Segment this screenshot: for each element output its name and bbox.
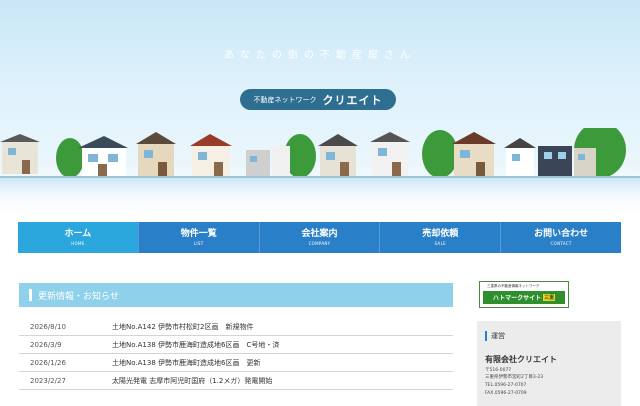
nav-home-sub: HOME <box>71 240 85 246</box>
main-nav: ホーム HOME 物件一覧 LIST 会社案内 COMPANY 売却依頼 SAL… <box>18 222 621 253</box>
nav-company-label: 会社案内 <box>301 228 338 239</box>
nav-list-sub: LIST <box>193 240 204 246</box>
news-item[interactable]: 2026/3/9 土地No.A138 伊勢市鹿海町造成地6区画 C号地・済 <box>19 336 453 354</box>
news-title: 更新情報・お知らせ <box>38 291 119 302</box>
operator-info: 運営 有限会社クリエイト 〒516-0077 三重県伊勢市宮町2丁目3-23 T… <box>477 321 621 406</box>
nav-contact[interactable]: お問い合わせ CONTACT <box>501 222 621 253</box>
address: 三重県伊勢市宮町2丁目3-23 <box>485 375 544 380</box>
nav-sale-label: 売却依頼 <box>422 228 459 239</box>
news-text[interactable]: 土地No.A142 伊勢市村松町2区画 新規物件 <box>112 322 453 332</box>
banner-title: ハトマークサイト <box>492 295 542 302</box>
nav-list[interactable]: 物件一覧 LIST <box>138 222 260 253</box>
postal-code: 〒516-0077 <box>485 368 512 373</box>
nav-home-label: ホーム <box>64 228 92 239</box>
nav-company-sub: COMPANY <box>308 240 331 246</box>
nav-contact-sub: CONTACT <box>550 240 572 246</box>
news-item[interactable]: 2026/1/26 土地No.A138 伊勢市鹿海町造成地6区画 更新 <box>19 354 453 372</box>
news-text[interactable]: 土地No.A138 伊勢市鹿海町造成地6区画 更新 <box>112 358 453 368</box>
tel: TEL.0596-27-0707 <box>485 383 527 388</box>
nav-home[interactable]: ホーム HOME <box>18 222 139 253</box>
banner-badge: 三重 <box>543 294 556 301</box>
news-text[interactable]: 太陽光発電 志摩市阿児町国府（1.2メガ）発電開始 <box>112 376 453 386</box>
hero-banner: あなたの街の不動産屋さん 不動産ネットワーク クリエイト <box>0 0 640 215</box>
logo-subtitle: 不動産ネットワーク <box>253 95 317 104</box>
site-logo[interactable]: 不動産ネットワーク クリエイト <box>240 89 396 110</box>
nav-sale[interactable]: 売却依頼 SALE <box>380 222 502 253</box>
operator-title: 運営 <box>485 331 505 341</box>
nav-list-label: 物件一覧 <box>180 228 217 239</box>
news-text[interactable]: 土地No.A138 伊勢市鹿海町造成地6区画 C号地・済 <box>112 340 453 350</box>
news-header: 更新情報・お知らせ <box>19 283 453 307</box>
header-accent-bar <box>29 289 32 301</box>
fax: FAX.0596-27-0709 <box>485 391 527 396</box>
tagline: あなたの街の不動産屋さん <box>224 50 416 61</box>
nav-sale-sub: SALE <box>434 240 446 246</box>
hatomark-banner[interactable]: 三重県の不動産情報ネットワーク ハトマークサイト 三重 <box>479 281 569 308</box>
news-date: 2026/3/9 <box>30 340 62 349</box>
news-item[interactable]: 2023/2/27 太陽光発電 志摩市阿児町国府（1.2メガ）発電開始 <box>19 372 453 390</box>
nav-company[interactable]: 会社案内 COMPANY <box>259 222 381 253</box>
news-date: 2026/8/10 <box>30 322 66 331</box>
company-name: 有限会社クリエイト <box>485 355 557 364</box>
nav-contact-label: お問い合わせ <box>534 228 589 239</box>
houses-illustration <box>0 128 640 208</box>
news-date: 2023/2/27 <box>30 376 66 385</box>
news-date: 2026/1/26 <box>30 358 66 367</box>
news-list: 2026/8/10 土地No.A142 伊勢市村松町2区画 新規物件 2026/… <box>19 318 453 390</box>
banner-caption: 三重県の不動産情報ネットワーク <box>487 284 540 288</box>
news-item[interactable]: 2026/8/10 土地No.A142 伊勢市村松町2区画 新規物件 <box>19 318 453 336</box>
banner-main: ハトマークサイト 三重 <box>483 291 565 304</box>
logo-title: クリエイト <box>322 93 383 107</box>
